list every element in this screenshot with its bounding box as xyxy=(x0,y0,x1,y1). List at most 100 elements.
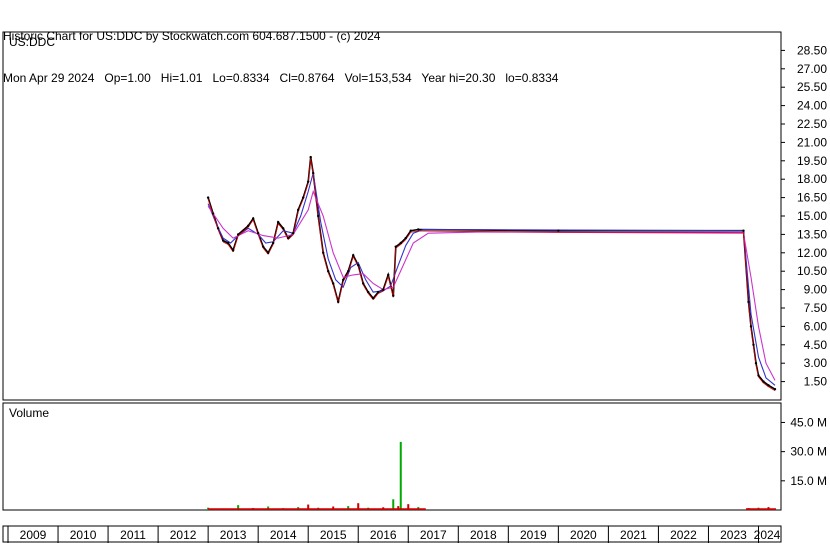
price-point xyxy=(367,290,370,294)
year-tick-label: 2012 xyxy=(170,528,197,542)
price-point xyxy=(309,155,312,159)
price-tick-label: 3.00 xyxy=(804,356,828,370)
price-point xyxy=(251,217,255,220)
price-point xyxy=(409,229,412,232)
price-point xyxy=(773,388,777,391)
volume-tick-label: 30.0 M xyxy=(790,445,827,459)
price-point xyxy=(387,273,390,277)
year-tick-label: 2024 xyxy=(754,528,781,542)
price-point xyxy=(357,263,360,267)
ma-short-segment xyxy=(312,174,319,218)
ma-short-segment xyxy=(743,232,749,304)
price-tick-label: 7.50 xyxy=(804,301,828,315)
price-point xyxy=(276,220,280,224)
price-tick-label: 19.50 xyxy=(797,154,827,168)
price-point xyxy=(236,233,240,236)
year-tick-label: 2015 xyxy=(320,528,347,542)
price-point xyxy=(392,294,395,297)
price-point xyxy=(372,296,375,300)
price-point xyxy=(317,214,320,218)
price-point xyxy=(557,229,560,232)
ma-link-series-line xyxy=(207,189,776,381)
year-axis: 2009 2010 2011 2012 2013 2014 2015 2016 2017 2018… xyxy=(2,525,782,543)
price-point xyxy=(352,254,355,257)
price-point xyxy=(296,208,300,212)
price-point xyxy=(286,236,290,240)
price-point xyxy=(306,180,310,183)
price-panel-title: US:DDC xyxy=(9,35,55,49)
price-point xyxy=(767,384,770,387)
price-point xyxy=(757,374,760,377)
year-tick-label: 2020 xyxy=(570,528,597,542)
price-tick-label: 12.00 xyxy=(797,246,827,260)
price-tick-label: 4.50 xyxy=(804,338,828,352)
price-point xyxy=(377,290,380,294)
year-tick-label: 2021 xyxy=(620,528,647,542)
price-point xyxy=(281,227,285,230)
price-series-line xyxy=(207,156,776,390)
volume-panel-title: Volume xyxy=(9,406,49,420)
price-point xyxy=(256,231,260,235)
price-tick-label: 16.50 xyxy=(797,191,827,205)
price-point xyxy=(226,241,230,245)
price-tick-label: 22.50 xyxy=(797,117,827,131)
volume-baseline-band xyxy=(208,508,426,510)
price-point xyxy=(206,196,210,199)
ma-short-segment xyxy=(272,223,279,245)
price-point xyxy=(301,196,305,199)
price-tick-label: 21.00 xyxy=(797,135,827,149)
price-point xyxy=(332,282,335,285)
price-point xyxy=(342,278,345,281)
price-point xyxy=(747,300,750,304)
year-tick-label: 2019 xyxy=(520,528,547,542)
volume-bar xyxy=(399,441,402,510)
year-tick-label: 2010 xyxy=(70,528,97,542)
price-point xyxy=(261,245,265,248)
volume-frame xyxy=(2,402,782,511)
price-point xyxy=(362,282,365,285)
price-tick-label: 25.50 xyxy=(797,80,827,94)
price-frame xyxy=(2,31,782,401)
price-point xyxy=(754,362,758,365)
price-point xyxy=(327,270,330,273)
price-point xyxy=(382,288,385,291)
price-point xyxy=(742,229,745,232)
stock-chart: US:DDC 28.50 27.00 25.50 24.00 22.50 21.00 19.5… xyxy=(2,31,828,543)
price-point xyxy=(337,300,340,304)
price-tick-label: 10.50 xyxy=(797,264,827,278)
price-point xyxy=(322,251,325,254)
price-point xyxy=(752,343,755,346)
price-point xyxy=(266,251,270,254)
price-tick-label: 27.00 xyxy=(797,62,827,76)
price-tick-label: 15.00 xyxy=(797,209,827,223)
price-point xyxy=(246,224,250,228)
volume-tick-label: 45.0 M xyxy=(790,415,827,429)
price-tick-label: 24.00 xyxy=(797,99,827,113)
price-tick-label: 9.00 xyxy=(804,283,828,297)
price-point xyxy=(394,245,397,248)
volume-baseline-band xyxy=(745,508,776,510)
price-tick-label: 1.50 xyxy=(804,375,828,389)
price-point xyxy=(404,236,407,240)
price-point xyxy=(291,231,295,235)
year-tick-label: 2022 xyxy=(670,528,697,542)
year-tick-label: 2017 xyxy=(420,528,447,542)
price-point xyxy=(399,241,402,245)
year-tick-label: 2011 xyxy=(120,528,146,542)
year-tick-label: 2009 xyxy=(20,528,47,542)
price-point xyxy=(749,325,753,328)
volume-panel: Volume 45.0 M 30.0 M 15.0 M xyxy=(2,402,827,511)
price-point xyxy=(271,241,275,245)
price-point xyxy=(347,270,350,273)
price-point xyxy=(417,228,420,231)
volume-tick-label: 15.0 M xyxy=(790,474,827,488)
year-tick-label: 2014 xyxy=(270,528,297,542)
price-point xyxy=(231,249,235,252)
price-panel: US:DDC 28.50 27.00 25.50 24.00 22.50 21.00 19.5… xyxy=(2,31,828,401)
year-tick-label: 2013 xyxy=(220,528,247,542)
price-tick-label: 28.50 xyxy=(797,43,827,57)
price-point xyxy=(311,171,315,175)
price-point xyxy=(221,239,225,242)
year-tick-label: 2016 xyxy=(370,528,397,542)
ma-long-series-line xyxy=(207,172,776,386)
